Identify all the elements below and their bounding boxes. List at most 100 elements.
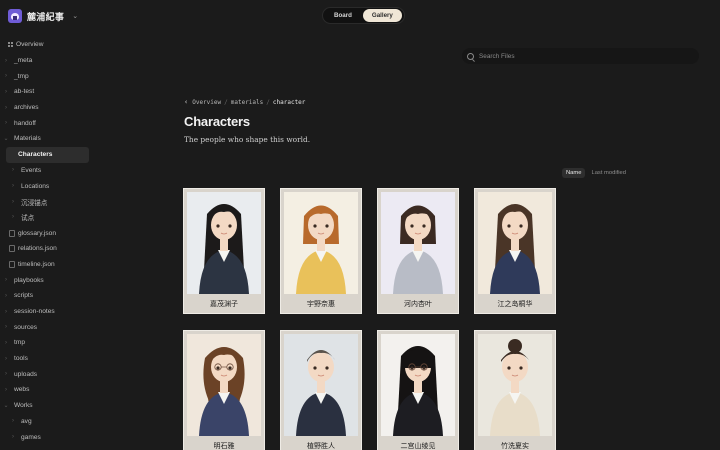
- sidebar-item-handoff[interactable]: › handoff: [0, 115, 96, 131]
- sidebar-item-events[interactable]: › Events: [0, 163, 96, 179]
- search-input[interactable]: [479, 52, 679, 60]
- sidebar-item-[interactable]: › 试点: [0, 210, 96, 226]
- sidebar-item-tools[interactable]: › tools: [0, 351, 96, 367]
- character-card[interactable]: 植野胜人: [280, 330, 362, 450]
- sidebar-item-webs[interactable]: › webs: [0, 382, 96, 398]
- sidebar-item-uploads[interactable]: › uploads: [0, 366, 96, 382]
- sidebar-item-glossary-json[interactable]: glossary.json: [0, 225, 96, 241]
- sidebar-item-label: 试点: [21, 215, 35, 223]
- app-logo-icon: [8, 9, 22, 23]
- sidebar-item-characters[interactable]: Characters: [6, 146, 89, 163]
- character-card[interactable]: 明石雅: [183, 330, 265, 450]
- chevron-right-icon: ›: [12, 214, 14, 221]
- breadcrumb-separator: /: [266, 98, 270, 106]
- sidebar-item-tmp[interactable]: › _tmp: [0, 68, 96, 84]
- sidebar-item-label: archives: [14, 104, 39, 112]
- sidebar-item-scripts[interactable]: › scripts: [0, 288, 96, 304]
- sidebar-item-label: timeline.json: [18, 260, 55, 268]
- character-portrait: [284, 334, 358, 436]
- sidebar-item-works[interactable]: ⌄ Works: [0, 398, 96, 414]
- chevron-down-icon: ⌄: [3, 136, 9, 143]
- character-card[interactable]: 河内杏叶: [377, 188, 459, 314]
- chevron-right-icon: ›: [5, 371, 7, 378]
- sidebar-item-sources[interactable]: › sources: [0, 319, 96, 335]
- sidebar-item-tmp[interactable]: › tmp: [0, 335, 96, 351]
- breadcrumb-item-overview[interactable]: Overview: [192, 99, 221, 106]
- chevron-right-icon: ›: [5, 355, 7, 362]
- tab-gallery[interactable]: Gallery: [362, 9, 402, 22]
- sidebar-item-label: relations.json: [18, 245, 57, 253]
- sort-toggle: Name Last modified: [562, 168, 630, 178]
- character-portrait: [284, 192, 358, 294]
- sidebar-item-relations-json[interactable]: relations.json: [0, 241, 96, 257]
- sidebar-item-overview[interactable]: Overview: [0, 37, 96, 53]
- chevron-down-icon: ⌄: [72, 13, 79, 20]
- sidebar-item-label: glossary.json: [18, 229, 56, 237]
- back-chevron-icon[interactable]: ‹: [184, 98, 188, 106]
- sidebar-item-label: _tmp: [14, 72, 29, 80]
- file-tree: Overview › _meta › _tmp › ab-test › archives › han…: [0, 37, 96, 445]
- character-portrait: [381, 192, 455, 294]
- sidebar-item-session-notes[interactable]: › session-notes: [0, 304, 96, 320]
- workspace-switcher[interactable]: 麓浦紀事 ⌄: [8, 8, 78, 24]
- sidebar-item-label: tools: [14, 355, 28, 363]
- page-title: Characters: [184, 114, 250, 129]
- sidebar-item-label: Locations: [21, 182, 50, 190]
- breadcrumb: ‹ Overview / materials / character: [184, 98, 305, 106]
- sidebar-item-label: Materials: [14, 135, 41, 143]
- sidebar-item-label: Characters: [18, 151, 53, 159]
- sidebar-item-ab-test[interactable]: › ab-test: [0, 84, 96, 100]
- sidebar-item-label: handoff: [14, 119, 36, 127]
- chevron-right-icon: ›: [5, 120, 7, 127]
- app-root: 麓浦紀事 ⌄ Overview › _meta › _tmp › ab-test › archi…: [0, 0, 720, 450]
- file-icon: [9, 245, 15, 253]
- sidebar-item-[interactable]: › 沉浸锚点: [0, 194, 96, 210]
- character-portrait: [381, 334, 455, 436]
- character-portrait: [187, 334, 261, 436]
- character-card[interactable]: 嘉茂渊子: [183, 188, 265, 314]
- search-bar[interactable]: [462, 48, 699, 64]
- character-name: 竹洗夏实: [501, 441, 529, 450]
- breadcrumb-item-materials[interactable]: materials: [231, 99, 264, 106]
- sidebar-item-label: Works: [14, 402, 33, 410]
- sort-by-last-modified[interactable]: Last modified: [587, 168, 629, 178]
- sort-by-name[interactable]: Name: [562, 168, 586, 178]
- sidebar-item-locations[interactable]: › Locations: [0, 178, 96, 194]
- sidebar-item-games[interactable]: › games: [0, 429, 96, 445]
- sidebar-item-label: games: [21, 433, 41, 441]
- character-card[interactable]: 竹洗夏实: [474, 330, 556, 450]
- character-name: 河内杏叶: [404, 299, 432, 308]
- chevron-right-icon: ›: [5, 324, 7, 331]
- chevron-right-icon: ›: [5, 104, 7, 111]
- sidebar-item-avg[interactable]: › avg: [0, 414, 96, 430]
- chevron-right-icon: ›: [12, 434, 14, 441]
- breadcrumb-separator: /: [224, 98, 228, 106]
- file-icon: [9, 260, 15, 268]
- character-card[interactable]: 江之岛桐华: [474, 188, 556, 314]
- sidebar-item-timeline-json[interactable]: timeline.json: [0, 257, 96, 273]
- chevron-down-icon: ⌄: [3, 403, 9, 410]
- character-card[interactable]: 二宫山绫见: [377, 330, 459, 450]
- sidebar: 麓浦紀事 ⌄ Overview › _meta › _tmp › ab-test › archi…: [0, 0, 96, 450]
- tab-board[interactable]: Board: [325, 9, 361, 22]
- chevron-right-icon: ›: [5, 88, 7, 95]
- character-portrait: [478, 192, 552, 294]
- sidebar-item-label: session-notes: [14, 308, 55, 316]
- sidebar-item-label: Overview: [16, 41, 44, 49]
- character-name: 植野胜人: [307, 441, 335, 450]
- chevron-right-icon: ›: [12, 167, 14, 174]
- sidebar-item-label: webs: [14, 386, 30, 394]
- character-name: 嘉茂渊子: [210, 299, 238, 308]
- sidebar-item-meta[interactable]: › _meta: [0, 53, 96, 69]
- chevron-right-icon: ›: [5, 339, 7, 346]
- file-icon: [9, 229, 15, 237]
- search-icon: [467, 52, 474, 60]
- sidebar-item-playbooks[interactable]: › playbooks: [0, 272, 96, 288]
- sidebar-item-materials[interactable]: ⌄ Materials: [0, 131, 96, 147]
- sidebar-item-label: 沉浸锚点: [21, 199, 48, 207]
- character-name: 二宫山绫见: [400, 441, 436, 450]
- sidebar-item-archives[interactable]: › archives: [0, 100, 96, 116]
- character-name: 明石雅: [213, 441, 235, 450]
- character-card[interactable]: 宇野奈惠: [280, 188, 362, 314]
- chevron-right-icon: ›: [5, 292, 7, 299]
